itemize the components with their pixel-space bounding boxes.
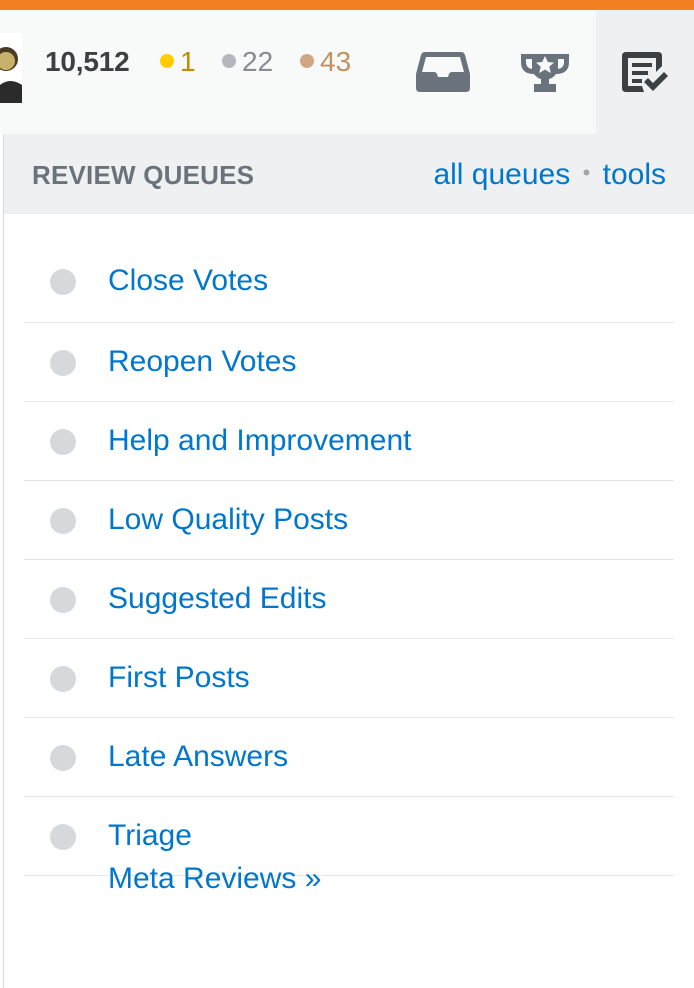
queue-status-dot bbox=[50, 587, 76, 613]
panel-title: REVIEW QUEUES bbox=[32, 160, 255, 190]
gold-badge-value: 1 bbox=[180, 46, 196, 77]
meta-reviews-link[interactable]: Meta Reviews » bbox=[108, 862, 321, 896]
queue-link[interactable]: Low Quality Posts bbox=[108, 503, 348, 537]
silver-badge-count[interactable]: 22 bbox=[222, 46, 273, 78]
avatar[interactable] bbox=[0, 33, 22, 103]
gold-badge-count[interactable]: 1 bbox=[160, 46, 196, 78]
queue-link[interactable]: Triage bbox=[108, 819, 192, 853]
queue-link[interactable]: Late Answers bbox=[108, 740, 288, 774]
silver-badge-value: 22 bbox=[242, 46, 274, 77]
achievements-button[interactable] bbox=[496, 10, 594, 134]
queue-link[interactable]: Help and Improvement bbox=[108, 424, 412, 458]
review-queues-header: REVIEW QUEUES all queues • tools bbox=[4, 134, 694, 214]
top-accent-bar bbox=[0, 0, 694, 10]
review-queues-button[interactable] bbox=[596, 10, 694, 134]
queue-link[interactable]: First Posts bbox=[108, 661, 250, 695]
queue-link[interactable]: Reopen Votes bbox=[108, 345, 296, 379]
all-queues-link[interactable]: all queues bbox=[433, 158, 570, 191]
link-separator: • bbox=[582, 160, 591, 185]
queue-item-suggested-edits[interactable]: Suggested Edits bbox=[24, 560, 674, 639]
inbox-button[interactable] bbox=[394, 10, 492, 134]
trophy-icon bbox=[521, 54, 569, 92]
queue-link[interactable]: Suggested Edits bbox=[108, 582, 326, 616]
queue-status-dot bbox=[50, 666, 76, 692]
silver-badge-icon bbox=[222, 53, 236, 68]
queue-item-low-quality-posts[interactable]: Low Quality Posts bbox=[24, 481, 674, 560]
bronze-badge-count[interactable]: 43 bbox=[300, 46, 351, 78]
queue-list: Close Votes Reopen Votes Help and Improv… bbox=[24, 242, 674, 876]
review-queues-panel: REVIEW QUEUES all queues • tools Close V… bbox=[3, 134, 694, 988]
queue-status-dot bbox=[50, 824, 76, 850]
queue-item-late-answers[interactable]: Late Answers bbox=[24, 718, 674, 797]
bronze-badge-icon bbox=[300, 53, 314, 68]
inbox-icon bbox=[416, 52, 470, 92]
queue-item-first-posts[interactable]: First Posts bbox=[24, 639, 674, 718]
queue-link[interactable]: Close Votes bbox=[108, 264, 268, 298]
gold-badge-icon bbox=[160, 53, 174, 68]
queue-status-dot bbox=[50, 429, 76, 455]
queue-status-dot bbox=[50, 745, 76, 771]
reputation-count[interactable]: 10,512 bbox=[45, 46, 130, 78]
header-links: all queues • tools bbox=[433, 158, 666, 192]
queue-item-help-and-improvement[interactable]: Help and Improvement bbox=[24, 402, 674, 481]
queue-status-dot bbox=[50, 508, 76, 534]
queue-status-dot bbox=[50, 269, 76, 295]
queue-status-dot bbox=[50, 350, 76, 376]
queue-item-reopen-votes[interactable]: Reopen Votes bbox=[24, 323, 674, 402]
tools-link[interactable]: tools bbox=[603, 158, 666, 191]
queue-item-close-votes[interactable]: Close Votes bbox=[24, 242, 674, 323]
review-queue-icon bbox=[622, 52, 668, 92]
bronze-badge-value: 43 bbox=[320, 46, 352, 77]
